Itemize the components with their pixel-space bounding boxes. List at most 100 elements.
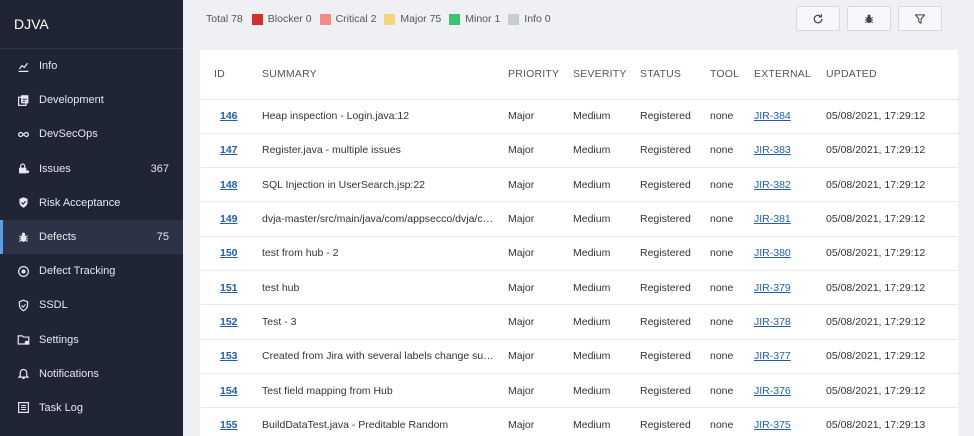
external-issue-link[interactable]: JIR-382 [754, 179, 791, 191]
table-row[interactable]: 152 Test - 3 Major Medium Registered none JIR-… [200, 304, 958, 340]
table-row[interactable]: 149 dvja-master/src/main/java/com/appsecc… [200, 201, 958, 237]
refresh-button[interactable] [796, 6, 840, 31]
cell-external: JIR-380 [740, 236, 812, 271]
table-row[interactable]: 151 test hub Major Medium Registered none JIR-… [200, 270, 958, 306]
cell-summary: Register.java - multiple issues [248, 133, 494, 169]
sidebar-item-label: Defect Tracking [39, 265, 116, 278]
cell-severity: Medium [559, 270, 626, 306]
list-icon [16, 401, 30, 415]
cell-summary: Test - 3 [248, 304, 494, 340]
cell-status: Registered [626, 167, 696, 203]
table-row[interactable]: 153 Created from Jira with several labels… [200, 339, 958, 374]
legend-item-critical: Critical 2 [319, 13, 377, 25]
legend-item-info: Info 0 [508, 13, 551, 25]
cell-external: JIR-377 [740, 339, 812, 374]
app-title[interactable]: DJVA [0, 0, 183, 49]
table-row[interactable]: 147 Register.java - multiple issues Major M… [200, 133, 958, 169]
column-header-updated[interactable]: UPDATED [812, 50, 958, 100]
sidebar-item-count: 367 [150, 162, 169, 175]
target-icon [16, 264, 30, 278]
sidebar-item-defect-tracking[interactable]: Defect Tracking [0, 254, 183, 288]
defect-id-link[interactable]: 147 [214, 144, 238, 156]
table-row[interactable]: 150 test from hub - 2 Major Medium Registere… [200, 236, 958, 271]
column-header-status[interactable]: STATUS [626, 50, 696, 100]
defect-id-link[interactable]: 148 [214, 179, 238, 191]
cell-summary: dvja-master/src/main/java/com/appsecco/d… [248, 201, 494, 237]
sidebar-item-development[interactable]: Development [0, 83, 183, 117]
sidebar-item-ssdl[interactable]: SSDL [0, 288, 183, 322]
sidebar-item-task-log[interactable]: Task Log [0, 391, 183, 425]
sidebar-item-label: Settings [39, 333, 79, 346]
legend-label: Critical 2 [335, 13, 377, 25]
defect-id-link[interactable]: 152 [214, 316, 238, 328]
defect-id-link[interactable]: 154 [214, 385, 238, 397]
cell-severity: Medium [559, 407, 626, 436]
defect-id-link[interactable]: 153 [214, 350, 238, 362]
table-row[interactable]: 146 Heap inspection - Login.java:12 Major M… [200, 99, 958, 134]
external-issue-link[interactable]: JIR-375 [754, 419, 791, 431]
legend-item-major: Major 75 [384, 13, 441, 25]
cell-id: 154 [200, 373, 248, 409]
external-issue-link[interactable]: JIR-381 [754, 213, 791, 225]
cell-tool: none [696, 373, 740, 409]
legend-item-minor: Minor 1 [449, 13, 500, 25]
column-header-id[interactable]: ID [200, 50, 248, 100]
sidebar-item-info[interactable]: Info [0, 49, 183, 83]
column-header-priority[interactable]: PRIORITY [494, 50, 559, 100]
shield-check-icon [16, 196, 30, 210]
cell-updated: 05/08/2021, 17:29:12 [812, 339, 958, 374]
severity-legend: Total 78 Blocker 0 Critical 2 Major 75 Mino… [206, 13, 559, 25]
external-issue-link[interactable]: JIR-376 [754, 385, 791, 397]
table-row[interactable]: 148 SQL Injection in UserSearch.jsp:22 Maj… [200, 167, 958, 203]
column-header-summary[interactable]: SUMMARY [248, 50, 494, 100]
cell-status: Registered [626, 407, 696, 436]
cell-id: 152 [200, 304, 248, 340]
filter-button[interactable] [898, 6, 942, 31]
cell-updated: 05/08/2021, 17:29:12 [812, 99, 958, 134]
external-issue-link[interactable]: JIR-384 [754, 110, 791, 122]
defects-table: ID SUMMARY PRIORITY SEVERITY STATUS TOOL EXTER… [200, 50, 958, 436]
table-header-row: ID SUMMARY PRIORITY SEVERITY STATUS TOOL EXTER… [200, 50, 958, 100]
cell-priority: Major [494, 407, 559, 436]
external-issue-link[interactable]: JIR-379 [754, 282, 791, 294]
sidebar-item-notifications[interactable]: Notifications [0, 357, 183, 391]
cell-summary: SQL Injection in UserSearch.jsp:22 [248, 167, 494, 203]
bug-filter-button[interactable] [847, 6, 891, 31]
sidebar-item-settings[interactable]: Settings [0, 323, 183, 357]
external-issue-link[interactable]: JIR-380 [754, 247, 791, 259]
cell-summary: BuildDataTest.java - Preditable Random [248, 407, 494, 436]
defect-id-link[interactable]: 146 [214, 110, 238, 122]
infinity-icon [16, 127, 30, 141]
filter-icon [914, 13, 926, 24]
sidebar-item-defects[interactable]: Defects 75 [0, 219, 183, 255]
legend-item-blocker: Blocker 0 [251, 13, 312, 25]
cell-id: 151 [200, 270, 248, 306]
defect-id-link[interactable]: 155 [214, 419, 238, 431]
defect-id-link[interactable]: 151 [214, 282, 238, 294]
cell-tool: none [696, 339, 740, 374]
cell-priority: Major [494, 304, 559, 340]
cell-priority: Major [494, 133, 559, 169]
defect-id-link[interactable]: 150 [214, 247, 238, 259]
sidebar-item-devsecops[interactable]: DevSecOps [0, 117, 183, 151]
external-issue-link[interactable]: JIR-383 [754, 144, 791, 156]
sidebar-item-issues[interactable]: Issues 367 [0, 152, 183, 186]
column-header-external[interactable]: EXTERNAL [740, 50, 812, 100]
column-header-tool[interactable]: TOOL [696, 50, 740, 100]
column-header-severity[interactable]: SEVERITY [559, 50, 626, 100]
cell-external: JIR-376 [740, 373, 812, 409]
table-row[interactable]: 154 Test field mapping from Hub Major Mediu… [200, 373, 958, 409]
sidebar-item-label: Risk Acceptance [39, 196, 121, 209]
cell-priority: Major [494, 373, 559, 409]
cell-severity: Medium [559, 236, 626, 271]
table-row[interactable]: 155 BuildDataTest.java - Preditable Rando… [200, 407, 958, 436]
defect-id-link[interactable]: 149 [214, 213, 238, 225]
external-issue-link[interactable]: JIR-378 [754, 316, 791, 328]
cell-severity: Medium [559, 167, 626, 203]
cell-tool: none [696, 407, 740, 436]
cell-priority: Major [494, 99, 559, 134]
external-issue-link[interactable]: JIR-377 [754, 350, 791, 362]
cell-external: JIR-379 [740, 270, 812, 306]
sidebar-item-risk-acceptance[interactable]: Risk Acceptance [0, 186, 183, 220]
cell-updated: 05/08/2021, 17:29:12 [812, 373, 958, 409]
